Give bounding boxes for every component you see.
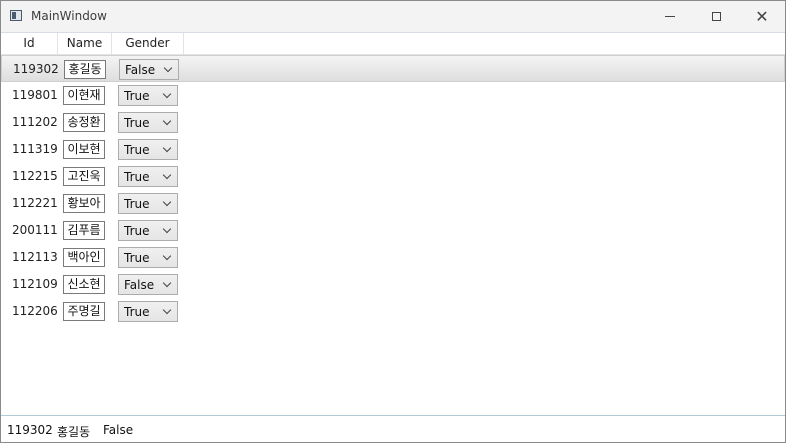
gender-dropdown[interactable]: True	[118, 112, 178, 133]
chevron-down-icon	[162, 224, 172, 234]
gender-dropdown[interactable]: True	[118, 193, 178, 214]
chevron-down-icon	[163, 63, 173, 73]
main-window: MainWindow ✕ Id Name Gender 119302 홍길동 Fal…	[0, 0, 786, 443]
table-row[interactable]: 200111 김푸름 True	[1, 217, 785, 244]
chevron-down-icon	[162, 170, 172, 180]
cell-id: 119801	[12, 88, 58, 102]
chevron-down-icon	[162, 251, 172, 261]
title-bar[interactable]: MainWindow ✕	[1, 1, 785, 32]
name-field[interactable]: 고진욱	[63, 167, 105, 186]
name-field[interactable]: 황보아	[63, 194, 105, 213]
chevron-down-icon	[162, 143, 172, 153]
cell-id: 112113	[12, 250, 58, 264]
gender-value: True	[124, 170, 150, 184]
cell-id: 111319	[12, 142, 58, 156]
chevron-down-icon	[162, 305, 172, 315]
close-button[interactable]: ✕	[739, 1, 785, 32]
cell-id: 119302	[13, 62, 59, 76]
cell-id: 200111	[12, 223, 58, 237]
maximize-icon	[711, 12, 721, 21]
maximize-button[interactable]	[693, 1, 739, 32]
name-field[interactable]: 이보현	[63, 140, 105, 159]
name-field[interactable]: 송정환	[63, 113, 105, 132]
gender-dropdown[interactable]: True	[118, 247, 178, 268]
gender-dropdown[interactable]: False	[118, 274, 178, 295]
window-icon	[10, 10, 22, 21]
window-title: MainWindow	[31, 9, 107, 23]
table-row[interactable]: 112109 신소현 False	[1, 271, 785, 298]
name-field[interactable]: 신소현	[63, 275, 105, 294]
chevron-down-icon	[162, 116, 172, 126]
cell-id: 112221	[12, 196, 58, 210]
gender-value: True	[124, 251, 150, 265]
table-row[interactable]: 111319 이보현 True	[1, 136, 785, 163]
table-row[interactable]: 111202 송정환 True	[1, 109, 785, 136]
status-gender: False	[103, 423, 134, 437]
gender-value: True	[124, 224, 150, 238]
data-grid[interactable]: Id Name Gender 119302 홍길동 False 119801 이현재 Tr…	[1, 32, 785, 416]
name-field[interactable]: 홍길동	[64, 60, 106, 79]
table-row[interactable]: 119801 이현재 True	[1, 82, 785, 109]
gender-value: True	[124, 116, 150, 130]
cell-id: 111202	[12, 115, 58, 129]
gender-value: False	[125, 63, 156, 77]
cell-id: 112109	[12, 277, 58, 291]
gender-value: True	[124, 143, 150, 157]
gender-value: True	[124, 305, 150, 319]
minimize-icon	[665, 16, 675, 17]
status-id: 119302	[7, 423, 53, 437]
close-icon: ✕	[755, 6, 769, 26]
column-header-gender[interactable]: Gender	[112, 33, 184, 54]
name-field[interactable]: 이현재	[63, 86, 105, 105]
cell-id: 112206	[12, 304, 58, 318]
cell-id: 112215	[12, 169, 58, 183]
gender-dropdown[interactable]: True	[118, 220, 178, 241]
name-field[interactable]: 김푸름	[63, 221, 105, 240]
gender-value: True	[124, 89, 150, 103]
name-field[interactable]: 주명길	[63, 302, 105, 321]
gender-dropdown[interactable]: True	[118, 85, 178, 106]
gender-dropdown[interactable]: False	[119, 59, 179, 80]
gender-value: False	[124, 278, 155, 292]
minimize-button[interactable]	[647, 1, 693, 32]
table-row[interactable]: 112215 고진욱 True	[1, 163, 785, 190]
gender-dropdown[interactable]: True	[118, 166, 178, 187]
table-row[interactable]: 112221 황보아 True	[1, 190, 785, 217]
name-field[interactable]: 백아인	[63, 248, 105, 267]
table-row[interactable]: 112206 주명길 True	[1, 298, 785, 325]
table-row[interactable]: 119302 홍길동 False	[1, 55, 785, 82]
gender-value: True	[124, 197, 150, 211]
chevron-down-icon	[162, 278, 172, 288]
table-row[interactable]: 112113 백아인 True	[1, 244, 785, 271]
grid-header: Id Name Gender	[1, 33, 785, 55]
gender-dropdown[interactable]: True	[118, 301, 178, 322]
status-bar: 119302 홍길동 False	[1, 415, 785, 442]
chevron-down-icon	[162, 197, 172, 207]
status-name: 홍길동	[57, 425, 91, 439]
column-header-name[interactable]: Name	[58, 33, 112, 54]
column-header-id[interactable]: Id	[1, 33, 58, 54]
chevron-down-icon	[162, 89, 172, 99]
gender-dropdown[interactable]: True	[118, 139, 178, 160]
